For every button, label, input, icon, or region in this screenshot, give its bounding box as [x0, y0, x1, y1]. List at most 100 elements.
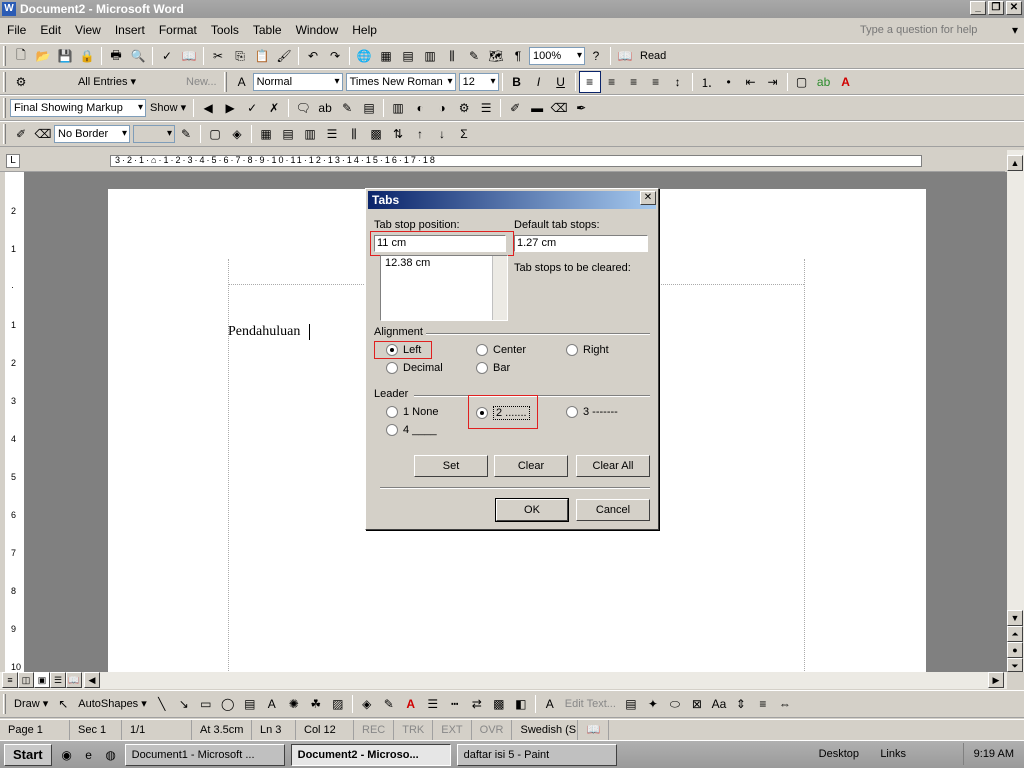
new-comment-icon[interactable]: 🗨	[292, 97, 314, 119]
horizontal-scrollbar[interactable]: ≡ ◫ ▣ ☰ 📖 ◀ ▶	[0, 672, 1007, 689]
task-document2[interactable]: Document2 - Microso...	[290, 743, 451, 766]
outline-view-icon[interactable]: ☰	[50, 672, 66, 688]
sort-ascending-icon[interactable]: ↑	[409, 123, 431, 145]
split-cells-icon[interactable]: ▥	[299, 123, 321, 145]
new-doc-icon[interactable]: 🗋	[10, 45, 32, 67]
style-select[interactable]: Normal	[252, 73, 343, 91]
table-tools-icon[interactable]: ◐	[409, 97, 431, 119]
numbering-icon[interactable]: ⒈	[696, 71, 718, 93]
toolbar-grip[interactable]	[3, 46, 6, 66]
merge-cells-icon[interactable]: ▤	[277, 123, 299, 145]
firefox-icon[interactable]: ◍	[100, 744, 122, 766]
document-text[interactable]: Pendahuluan	[228, 324, 300, 340]
arrow-style-icon[interactable]: ⇄	[466, 693, 488, 715]
autosum-icon[interactable]: Σ	[453, 123, 475, 145]
normal-view-icon[interactable]: ≡	[2, 672, 18, 688]
close-button[interactable]: ✕	[1006, 1, 1022, 15]
quicklaunch-icon[interactable]: ◉	[56, 744, 78, 766]
align-center-radio[interactable]: Center	[476, 344, 526, 356]
border-style-select[interactable]: No Border	[54, 125, 130, 143]
previous-change-icon[interactable]: ◀	[197, 97, 219, 119]
picture-icon[interactable]: ▨	[327, 693, 349, 715]
task-paint[interactable]: daftar isi 5 - Paint	[456, 743, 617, 766]
status-ovr[interactable]: OVR	[472, 720, 513, 740]
toolbar-grip[interactable]	[3, 98, 6, 118]
format-painter-icon[interactable]: 🖌	[273, 45, 295, 67]
toolbar-grip[interactable]	[3, 694, 6, 714]
shadow-icon[interactable]: ▩	[488, 693, 510, 715]
menu-table[interactable]: Table	[246, 19, 289, 41]
border-color-icon[interactable]: ✎	[175, 123, 197, 145]
leader-dashes-radio[interactable]: 3 -------	[566, 406, 618, 418]
document-map-icon[interactable]: 🗺	[485, 45, 507, 67]
styles-icon[interactable]: A	[231, 71, 253, 93]
save-icon[interactable]: 💾	[54, 45, 76, 67]
oval-icon[interactable]: ◯	[217, 693, 239, 715]
clipart-icon[interactable]: ☘	[305, 693, 327, 715]
ie-icon[interactable]: e	[78, 744, 100, 766]
default-tab-input[interactable]: 1.27 cm	[514, 235, 648, 252]
toolbar-grip[interactable]	[3, 72, 6, 92]
text-wrapping-icon[interactable]: ⊠	[686, 693, 708, 715]
line-color-icon[interactable]: ✎	[378, 693, 400, 715]
track-changes-icon[interactable]: ✎	[336, 97, 358, 119]
bullets-icon[interactable]: •	[718, 71, 740, 93]
print-layout-icon[interactable]: ▣	[34, 672, 50, 688]
frames-icon[interactable]: ▥	[387, 97, 409, 119]
dash-style-icon[interactable]: ┅	[444, 693, 466, 715]
paste-icon[interactable]: 📋	[251, 45, 273, 67]
borders-icon[interactable]: ▢	[791, 71, 813, 93]
scroll-left-icon[interactable]: ◀	[84, 672, 100, 688]
desktop-toolbar[interactable]: Desktop	[819, 743, 859, 765]
list-scrollbar[interactable]	[492, 256, 507, 320]
autoformat-icon[interactable]: ▩	[365, 123, 387, 145]
font-color-icon[interactable]: A	[400, 693, 422, 715]
columns-icon[interactable]: ⫼	[441, 45, 463, 67]
menu-file[interactable]: File	[0, 19, 33, 41]
redo-icon[interactable]: ↷	[324, 45, 346, 67]
clear-all-button[interactable]: Clear All	[576, 455, 650, 477]
status-rec[interactable]: REC	[354, 720, 395, 740]
vertical-text-icon[interactable]: ⇕	[730, 693, 752, 715]
align-cell-icon[interactable]: ☰	[321, 123, 343, 145]
highlight-icon[interactable]: ab	[314, 97, 336, 119]
scroll-up-icon[interactable]: ▲	[1007, 155, 1023, 171]
arrow-icon[interactable]: ↘	[173, 693, 195, 715]
copy-icon[interactable]: ⎘	[229, 45, 251, 67]
rectangle-icon[interactable]: ▭	[195, 693, 217, 715]
draw-table-icon[interactable]: ✐	[504, 97, 526, 119]
spelling-status-icon[interactable]: 📖	[578, 720, 610, 740]
shading-icon[interactable]: ◑	[431, 97, 453, 119]
browse-object-icon[interactable]: ●	[1007, 642, 1023, 658]
3d-icon[interactable]: ◧	[510, 693, 532, 715]
eraser-icon[interactable]: ⌫	[32, 123, 54, 145]
leader-none-radio[interactable]: 1 None	[386, 406, 438, 418]
align-center-icon[interactable]: ≡	[601, 71, 623, 93]
decrease-indent-icon[interactable]: ⇤	[740, 71, 762, 93]
next-change-icon[interactable]: ▶	[219, 97, 241, 119]
menu-insert[interactable]: Insert	[108, 19, 152, 41]
close-icon[interactable]: ✕	[640, 191, 656, 205]
list-item[interactable]: 12.38 cm	[383, 256, 507, 271]
text-direction-icon[interactable]: ⇅	[387, 123, 409, 145]
menu-window[interactable]: Window	[289, 19, 346, 41]
start-button[interactable]: Start	[4, 743, 52, 766]
task-document1[interactable]: Document1 - Microsoft ...	[124, 743, 285, 766]
read-button[interactable]: Read	[636, 46, 670, 66]
format-wordart-icon[interactable]: ✦	[642, 693, 664, 715]
menu-format[interactable]: Format	[152, 19, 204, 41]
wordart-shape-icon[interactable]: ⬭	[664, 693, 686, 715]
italic-icon[interactable]: I	[528, 71, 550, 93]
tab-selector-icon[interactable]: L	[6, 154, 20, 168]
properties-icon[interactable]: ⚙	[453, 97, 475, 119]
fill-color-icon[interactable]: ◈	[356, 693, 378, 715]
underline-icon[interactable]: U	[550, 71, 572, 93]
cancel-button[interactable]: Cancel	[576, 499, 650, 521]
horizontal-ruler[interactable]: L 3·2·1·⌂·1·2·3·4·5·6·7·8·9·10·11·12·13·…	[0, 150, 1005, 172]
same-height-icon[interactable]: Aa	[708, 693, 730, 715]
sort-descending-icon[interactable]: ↓	[431, 123, 453, 145]
cut-icon[interactable]: ✂	[207, 45, 229, 67]
open-icon[interactable]: 📂	[32, 45, 54, 67]
chevron-down-icon[interactable]: ▾	[1008, 22, 1022, 38]
font-select[interactable]: Times New Roman	[345, 73, 456, 91]
